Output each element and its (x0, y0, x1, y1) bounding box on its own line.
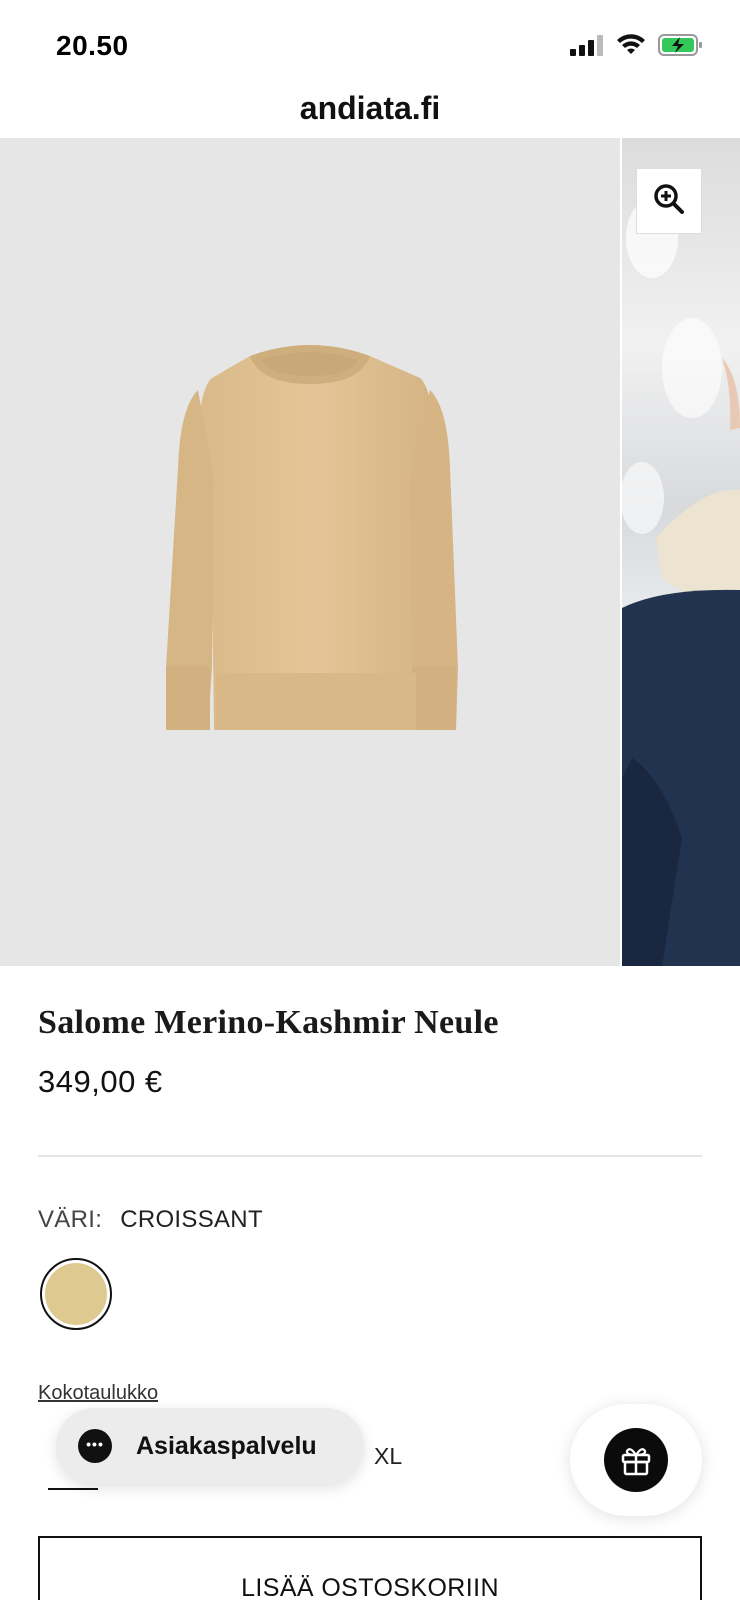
size-selected-underline (48, 1488, 98, 1490)
customer-service-label: Asiakaspalvelu (136, 1431, 317, 1460)
color-row: VÄRI: CROISSANT (38, 1206, 263, 1234)
zoom-button[interactable] (636, 168, 702, 234)
status-icons (570, 32, 704, 62)
product-gallery[interactable] (0, 138, 740, 966)
add-to-cart-button[interactable]: LISÄÄ OSTOSKORIIN (38, 1536, 702, 1600)
color-label: VÄRI: (38, 1206, 103, 1233)
gift-icon (604, 1428, 668, 1492)
wifi-icon (616, 33, 646, 61)
battery-charging-icon (658, 33, 704, 62)
gift-widget-button[interactable] (570, 1404, 702, 1516)
zoom-in-icon (653, 183, 685, 220)
address-bar[interactable]: andiata.fi (0, 80, 740, 136)
product-title: Salome Merino-Kashmir Neule (38, 1004, 499, 1041)
size-chart-link[interactable]: Kokotaulukko (38, 1382, 158, 1405)
signal-icon (570, 34, 604, 61)
chat-bubble-icon: ••• (78, 1429, 112, 1463)
status-time: 20.50 (56, 30, 129, 61)
color-swatch (45, 1263, 107, 1325)
divider (38, 1155, 702, 1157)
size-option-xl[interactable]: XL (374, 1443, 402, 1470)
status-bar: 20.50 (0, 0, 740, 90)
model-illustration (622, 198, 740, 966)
product-price: 349,00 € (38, 1064, 163, 1099)
product-image[interactable] (0, 138, 620, 966)
customer-service-button[interactable]: ••• Asiakaspalvelu (56, 1408, 364, 1484)
color-swatch-selected[interactable] (40, 1258, 112, 1330)
url-text: andiata.fi (299, 89, 441, 126)
sweater-illustration (166, 345, 458, 730)
next-product-image[interactable] (622, 138, 740, 966)
color-value: CROISSANT (120, 1206, 263, 1233)
